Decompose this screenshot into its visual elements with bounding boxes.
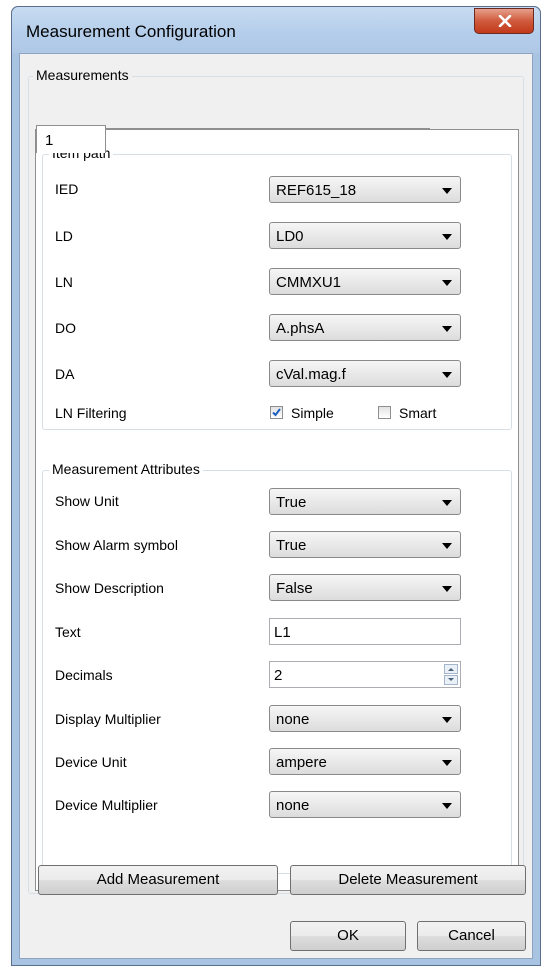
show-description-label: Show Description (55, 580, 164, 596)
dropdown-arrow-icon (442, 280, 452, 286)
dropdown-arrow-icon (442, 543, 452, 549)
text-input[interactable]: L1 (269, 618, 461, 645)
ld-value: LD0 (276, 228, 304, 245)
delete-measurement-button[interactable]: Delete Measurement (290, 865, 526, 895)
show-description-value: False (276, 580, 313, 597)
item-path-group: Item path IED REF615_18 LD LD0 LN CMMXU1… (42, 145, 512, 430)
display-multiplier-value: none (276, 711, 310, 728)
ld-label: LD (55, 228, 73, 244)
spin-down-icon (448, 678, 454, 681)
tab-1-label: 1 (45, 132, 54, 149)
show-alarm-symbol-value: True (276, 537, 307, 554)
device-unit-dropdown[interactable]: ampere (269, 748, 461, 775)
do-value: A.phsA (276, 320, 325, 337)
ln-dropdown[interactable]: CMMXU1 (269, 268, 461, 295)
decimals-value: 2 (274, 667, 283, 684)
device-multiplier-value: none (276, 797, 310, 814)
dropdown-arrow-icon (442, 188, 452, 194)
dropdown-arrow-icon (442, 326, 452, 332)
title-bar: Measurement Configuration (12, 7, 540, 53)
ok-button[interactable]: OK (290, 921, 406, 951)
da-label: DA (55, 366, 75, 382)
simple-checkbox-label[interactable]: Simple (291, 405, 334, 421)
device-multiplier-dropdown[interactable]: none (269, 791, 461, 818)
da-value: cVal.mag.f (276, 366, 346, 383)
ied-value: REF615_18 (276, 182, 357, 199)
dropdown-arrow-icon (442, 803, 452, 809)
spin-up-icon (448, 668, 454, 671)
ld-dropdown[interactable]: LD0 (269, 222, 461, 249)
measurement-attributes-group-label: Measurement Attributes (49, 461, 203, 477)
decimals-spinner[interactable]: 2 (269, 661, 461, 688)
show-unit-label: Show Unit (55, 493, 119, 509)
dropdown-arrow-icon (442, 372, 452, 378)
ied-dropdown[interactable]: REF615_18 (269, 176, 461, 203)
background-strip (0, 0, 11, 968)
dropdown-arrow-icon (442, 586, 452, 592)
window-title: Measurement Configuration (26, 22, 236, 41)
smart-checkbox-label[interactable]: Smart (399, 405, 436, 421)
ied-label: IED (55, 181, 79, 197)
measurement-attributes-group: Measurement Attributes Show Unit True Sh… (42, 461, 512, 874)
ln-filtering-label: LN Filtering (55, 405, 127, 421)
device-unit-label: Device Unit (55, 754, 127, 770)
dropdown-arrow-icon (442, 760, 452, 766)
dialog-client-area: Measurements 1 2 3 4 5 6 Item path IED R… (19, 53, 533, 959)
tab-panel-1: Item path IED REF615_18 LD LD0 LN CMMXU1… (35, 129, 519, 891)
decimals-label: Decimals (55, 667, 113, 683)
do-label: DO (55, 320, 76, 336)
show-alarm-symbol-dropdown[interactable]: True (269, 531, 461, 558)
show-alarm-symbol-label: Show Alarm symbol (55, 537, 178, 553)
display-multiplier-dropdown[interactable]: none (269, 705, 461, 732)
device-unit-value: ampere (276, 754, 327, 771)
checkmark-icon (272, 408, 281, 417)
do-dropdown[interactable]: A.phsA (269, 314, 461, 341)
dropdown-arrow-icon (442, 500, 452, 506)
show-unit-value: True (276, 494, 307, 511)
ln-label: LN (55, 274, 73, 290)
display-multiplier-label: Display Multiplier (55, 711, 161, 727)
spin-down-button[interactable] (444, 675, 458, 685)
spin-up-button[interactable] (444, 664, 458, 674)
dropdown-arrow-icon (442, 234, 452, 240)
dropdown-arrow-icon (442, 717, 452, 723)
smart-checkbox[interactable] (378, 406, 391, 419)
device-multiplier-label: Device Multiplier (55, 797, 158, 813)
close-icon (498, 15, 512, 27)
tab-1[interactable]: 1 (36, 125, 106, 153)
text-input-value: L1 (274, 624, 291, 641)
measurements-group-label: Measurements (33, 67, 132, 83)
ln-value: CMMXU1 (276, 274, 342, 291)
show-unit-dropdown[interactable]: True (269, 488, 461, 515)
text-label: Text (55, 624, 81, 640)
show-description-dropdown[interactable]: False (269, 574, 461, 601)
cancel-button[interactable]: Cancel (417, 921, 526, 951)
add-measurement-button[interactable]: Add Measurement (38, 865, 278, 895)
dialog-window: Measurement Configuration Measurements 1… (11, 6, 541, 966)
simple-checkbox[interactable] (270, 406, 283, 419)
da-dropdown[interactable]: cVal.mag.f (269, 360, 461, 387)
close-button[interactable] (474, 8, 534, 34)
